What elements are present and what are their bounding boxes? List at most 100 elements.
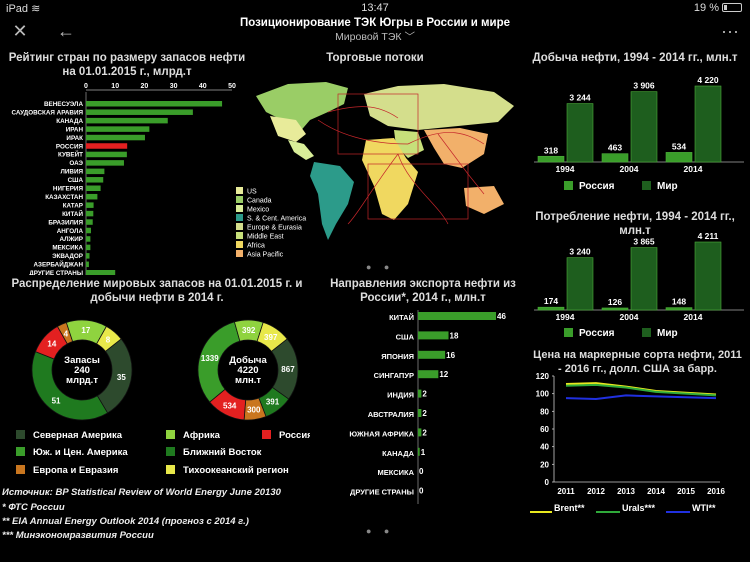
rank-bar [86,253,90,259]
rank-bar [86,193,98,200]
bar-russia [601,307,629,311]
trade-flows-title: Торговые потоки [326,52,424,64]
price-y-tick: 120 [536,372,550,381]
page-title: Позиционирование ТЭК Югры в России и мир… [239,17,511,29]
distribution-legend-swatch [166,447,175,456]
donut-slice-label: 51 [52,396,61,405]
donut-center-label: млн.т [235,375,261,386]
bar-category-label: 2014 [684,312,703,322]
bar-value-label: 174 [544,296,558,306]
price-legend-label: Urals*** [622,503,656,513]
bar-world [566,257,594,311]
donut-slice-label: 8 [106,336,111,345]
bar-value-label: 318 [544,145,558,155]
donut-slice-label: 14 [47,340,56,349]
bar-value-label: 4 220 [697,75,719,85]
rank-tick-label: 0 [84,83,88,90]
distribution-legend-label: Юж. и Цен. Америка [33,447,128,458]
price-x-tick: 2012 [587,487,605,496]
donut-slice-label: 35 [117,373,126,382]
battery-icon [722,3,742,12]
bar-russia [537,155,565,163]
source-line-1: Источник: BP Statistical Review of World… [2,487,281,498]
donut-slice-label: 397 [264,333,278,342]
page-dots-bottom[interactable]: ● ● [366,526,394,536]
bar-value-label: 4 211 [698,231,719,241]
more-icon[interactable]: ··· [718,20,742,44]
donut-slice-label: 867 [281,365,295,374]
nav-bar: ✕ ← Позиционирование ТЭК Югры в России и… [0,16,750,46]
export-bar [418,350,446,359]
price-y-tick: 80 [540,407,549,416]
price-y-tick: 20 [540,460,549,469]
export-value-label: 2 [422,390,427,399]
map-legend-label: Mexico [247,207,269,214]
bar-value-label: 126 [608,297,622,307]
export-category-label: АВСТРАЛИЯ [368,410,414,419]
continent-europe [364,84,514,130]
bar-category-label: 2004 [620,312,639,322]
export-bar [418,428,422,437]
rank-category-label: НИГЕРИЯ [53,186,84,193]
distribution-legend-label: Тихоокеанский регион [183,465,289,476]
rank-tick-label: 10 [111,83,119,90]
legend-world-2: Мир [657,328,678,339]
donut-slice-label: 391 [266,398,280,407]
bar-category-label: 2014 [684,164,703,174]
distribution-legend-swatch [16,430,25,439]
consumption-chart: 174 3 240 1994 126 3 865 2004 148 4 211 2014 Рос… [534,231,744,339]
rank-category-label: США [68,177,84,184]
rank-category-label: АЗЕРБАЙДЖАН [33,260,83,269]
bar-world [694,241,722,311]
rank-bar [86,168,105,175]
bar-world [630,247,658,311]
source-line-3: ** EIA Annual Energy Outlook 2014 (прогн… [2,516,249,527]
rank-bar [86,236,91,242]
price-x-tick: 2016 [707,487,725,496]
price-x-tick: 2013 [617,487,635,496]
map-legend-swatch [236,187,243,194]
export-value-label: 0 [419,467,424,476]
bar-category-label: 1994 [556,312,575,322]
map-legend-swatch [236,232,243,239]
map-legend-swatch [236,205,243,212]
continent-south-america [310,162,354,240]
map-legend-label: Africa [247,243,265,250]
chevron-down-icon: ﹀ [404,31,415,43]
rank-bar [86,101,223,107]
rank-tick-label: 40 [199,83,207,90]
bar-russia [665,152,693,163]
rank-category-label: САУДОВСКАЯ АРАВИЯ [11,109,83,116]
donut-slice-label: 534 [223,402,237,411]
page-dots-top[interactable]: ● ● [366,262,394,272]
rank-bar [86,227,91,234]
distribution-legend-label: Европа и Евразия [33,465,118,476]
distribution-legend-label: Африка [183,430,221,441]
reserves-rank-chart: 0 10 20 30 40 50 ВЕНЕСУЭЛАСАУДОВСКАЯ АРАВИЯ КА… [11,83,236,275]
donut-slice-label: 1339 [201,354,219,363]
rank-bar [86,151,127,158]
rank-category-label: КИТАЙ [62,209,83,218]
price-legend-label: Brent** [554,503,585,513]
export-value-label: 46 [497,312,506,321]
rank-bar [86,177,104,183]
rank-category-label: ЭКВАДОР [52,253,83,260]
rank-category-label: КУВЕЙТ [58,150,83,159]
price-y-tick: 40 [540,443,549,452]
page-subtitle-dropdown[interactable]: Мировой ТЭК ﹀ [0,29,750,44]
rank-category-label: АЛЖИР [60,236,83,243]
bar-category-label: 2004 [620,164,639,174]
rank-category-label: ИРАН [66,126,84,133]
bar-value-label: 148 [672,297,686,307]
rank-category-label: АНГОЛА [57,228,84,235]
rank-bar [86,134,145,141]
rank-category-label: ОАЭ [69,160,83,167]
price-y-tick: 0 [545,478,550,487]
bar-world [566,103,594,163]
export-category-label: ЯПОНИЯ [381,352,414,361]
price-x-tick: 2014 [647,487,665,496]
distribution-legend-label: Россия [279,430,310,441]
distribution-legend-swatch [16,465,25,474]
exports-title: Направления экспорта нефти из России*, 2… [330,278,516,304]
export-category-label: США [396,332,415,341]
